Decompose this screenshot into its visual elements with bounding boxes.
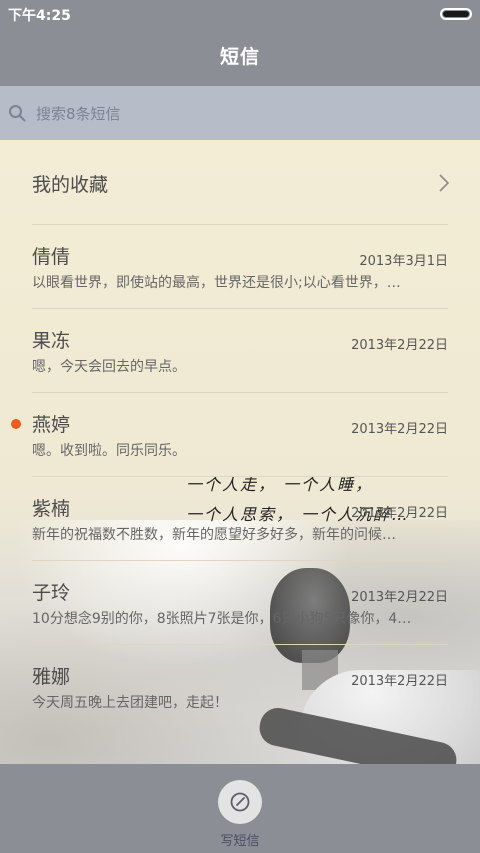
conversation-row[interactable]: 果冻 2013年2月22日 嗯，今天会回去的早点。 bbox=[0, 308, 480, 392]
battery-icon bbox=[440, 8, 472, 20]
message-date: 2013年2月22日 bbox=[351, 590, 448, 605]
contact-name: 果冻 bbox=[32, 330, 71, 352]
contact-name: 燕婷 bbox=[32, 414, 71, 436]
compose-label[interactable]: 写短信 bbox=[0, 830, 480, 849]
compose-icon bbox=[230, 792, 250, 812]
message-preview: 今天周五晚上去团建吧，走起！ bbox=[32, 695, 228, 711]
message-date: 2013年2月22日 bbox=[351, 674, 448, 689]
page-title: 短信 bbox=[219, 46, 260, 68]
message-date: 2013年2月22日 bbox=[351, 506, 448, 521]
message-preview: 嗯，今天会回去的早点。 bbox=[32, 359, 186, 375]
compose-button[interactable] bbox=[218, 780, 262, 824]
status-bar: 下午4:25 bbox=[0, 0, 480, 28]
favorites-label: 我的收藏 bbox=[32, 174, 109, 196]
search-input[interactable]: 搜索8条短信 bbox=[0, 86, 480, 140]
message-preview: 10分想念9别的你，8张照片7张是你，6只小狗5只像你，4… bbox=[32, 611, 412, 627]
status-time: 下午4:25 bbox=[8, 8, 71, 24]
message-preview: 嗯。收到啦。同乐同乐。 bbox=[32, 443, 186, 459]
title-bar: 短信 bbox=[0, 28, 480, 86]
contact-name: 子玲 bbox=[32, 582, 71, 604]
message-date: 2013年3月1日 bbox=[359, 254, 448, 269]
search-placeholder: 搜索8条短信 bbox=[36, 105, 121, 123]
message-date: 2013年2月22日 bbox=[351, 422, 448, 437]
conversation-row[interactable]: 子玲 2013年2月22日 10分想念9别的你，8张照片7张是你，6只小狗5只像… bbox=[0, 560, 480, 644]
unread-dot-icon bbox=[11, 419, 21, 429]
conversation-row[interactable]: 燕婷 2013年2月22日 嗯。收到啦。同乐同乐。 bbox=[0, 392, 480, 476]
message-date: 2013年2月22日 bbox=[351, 338, 448, 353]
conversation-row[interactable]: 雅娜 2013年2月22日 今天周五晚上去团建吧，走起！ bbox=[0, 644, 480, 728]
conversation-list[interactable]: 一个人走， 一个人睡， 一个人思索， 一个人沉醉… 我的收藏 倩倩 2013年3… bbox=[0, 140, 480, 764]
bottom-bar: 写短信 bbox=[0, 764, 480, 853]
contact-name: 雅娜 bbox=[32, 666, 71, 688]
contact-name: 紫楠 bbox=[32, 498, 71, 520]
contact-name: 倩倩 bbox=[32, 246, 71, 268]
message-preview: 以眼看世界，即使站的最高，世界还是很小;以心看世界，… bbox=[32, 275, 401, 291]
favorites-item[interactable]: 我的收藏 bbox=[0, 140, 480, 224]
message-preview: 新年的祝福数不胜数，新年的愿望好多好多，新年的问候… bbox=[32, 527, 396, 543]
conversation-row[interactable]: 倩倩 2013年3月1日 以眼看世界，即使站的最高，世界还是很小;以心看世界，… bbox=[0, 224, 480, 308]
search-icon bbox=[9, 105, 26, 122]
conversation-row[interactable]: 紫楠 2013年2月22日 新年的祝福数不胜数，新年的愿望好多好多，新年的问候… bbox=[0, 476, 480, 560]
chevron-right-icon bbox=[439, 174, 450, 192]
